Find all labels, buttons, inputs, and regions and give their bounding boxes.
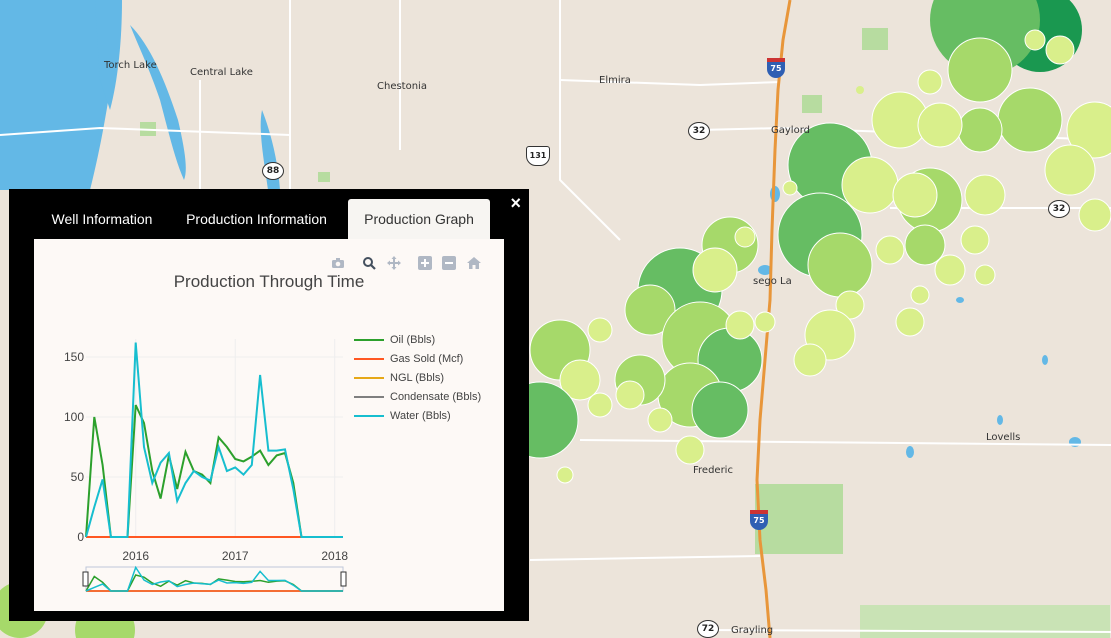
legend-label: NGL (Bbls) xyxy=(390,372,444,384)
legend-item-condensate[interactable]: Condensate (Bbls) xyxy=(354,391,481,403)
legend-label: Water (Bbls) xyxy=(390,410,451,422)
place-label: Chestonia xyxy=(377,81,427,92)
range-slider-line xyxy=(85,574,343,592)
zoom-in-icon[interactable] xyxy=(418,256,432,270)
tab-well-information[interactable]: Well Information xyxy=(37,199,167,239)
legend-swatch xyxy=(354,396,384,399)
zoom-out-icon[interactable] xyxy=(442,256,456,270)
range-slider-handle-left xyxy=(82,571,89,587)
x-tick-label: 2017 xyxy=(222,549,249,563)
x-tick-label: 2018 xyxy=(321,549,348,563)
y-tick-label: 50 xyxy=(71,470,85,484)
well-popup: Well Information Production Information … xyxy=(9,189,529,621)
legend-swatch xyxy=(354,358,384,361)
place-label: Elmira xyxy=(599,75,631,86)
range-slider-handle-right xyxy=(340,571,347,587)
zoom-icon[interactable] xyxy=(362,256,376,270)
place-label: Central Lake xyxy=(190,67,253,78)
route-shield: 88 xyxy=(262,162,284,180)
tab-production-graph[interactable]: Production Graph xyxy=(348,199,490,239)
route-shield: 32 xyxy=(688,122,710,140)
legend-label: Gas Sold (Mcf) xyxy=(390,353,464,365)
production-line-chart: 0 50 100 150 2016 2017 2018 xyxy=(64,339,348,592)
legend-label: Oil (Bbls) xyxy=(390,334,436,346)
route-shield: 72 xyxy=(697,620,719,638)
place-label: Gaylord xyxy=(771,125,810,136)
legend-swatch xyxy=(354,377,384,380)
y-tick-label: 0 xyxy=(77,530,84,544)
interstate-shield: 75 xyxy=(767,58,785,78)
interstate-shield: 75 xyxy=(750,510,768,530)
pan-icon[interactable] xyxy=(387,256,401,270)
place-label: Grayling xyxy=(731,625,774,636)
y-tick-label: 100 xyxy=(64,410,84,424)
y-tick-label: 150 xyxy=(64,350,84,364)
series-line xyxy=(85,342,343,538)
legend-item-gas[interactable]: Gas Sold (Mcf) xyxy=(354,353,463,365)
legend-item-water[interactable]: Water (Bbls) xyxy=(354,410,451,422)
route-shield: 131 xyxy=(526,146,550,166)
chart-title: Production Through Time xyxy=(173,272,365,291)
series-line xyxy=(85,404,343,538)
range-slider-line xyxy=(85,565,343,592)
close-button[interactable]: × xyxy=(510,193,521,214)
place-label: Torch Lake xyxy=(104,60,157,71)
range-slider xyxy=(85,566,344,592)
place-label: sego La xyxy=(753,276,792,287)
camera-icon[interactable] xyxy=(331,256,345,270)
x-tick-label: 2016 xyxy=(122,549,149,563)
legend-swatch xyxy=(354,339,384,342)
reset-home-icon[interactable] xyxy=(467,256,481,270)
production-graph-panel: Production Through Time 0 50 100 150 2016 201… xyxy=(34,239,504,611)
route-shield: 32 xyxy=(1048,200,1070,218)
place-label: Frederic xyxy=(693,465,733,476)
legend-item-ngl[interactable]: NGL (Bbls) xyxy=(354,372,444,384)
legend-swatch xyxy=(354,415,384,418)
tab-production-information[interactable]: Production Information xyxy=(174,199,339,239)
legend-label: Condensate (Bbls) xyxy=(390,391,482,403)
place-label: Lovells xyxy=(986,432,1021,443)
legend-item-oil[interactable]: Oil (Bbls) xyxy=(354,334,435,346)
